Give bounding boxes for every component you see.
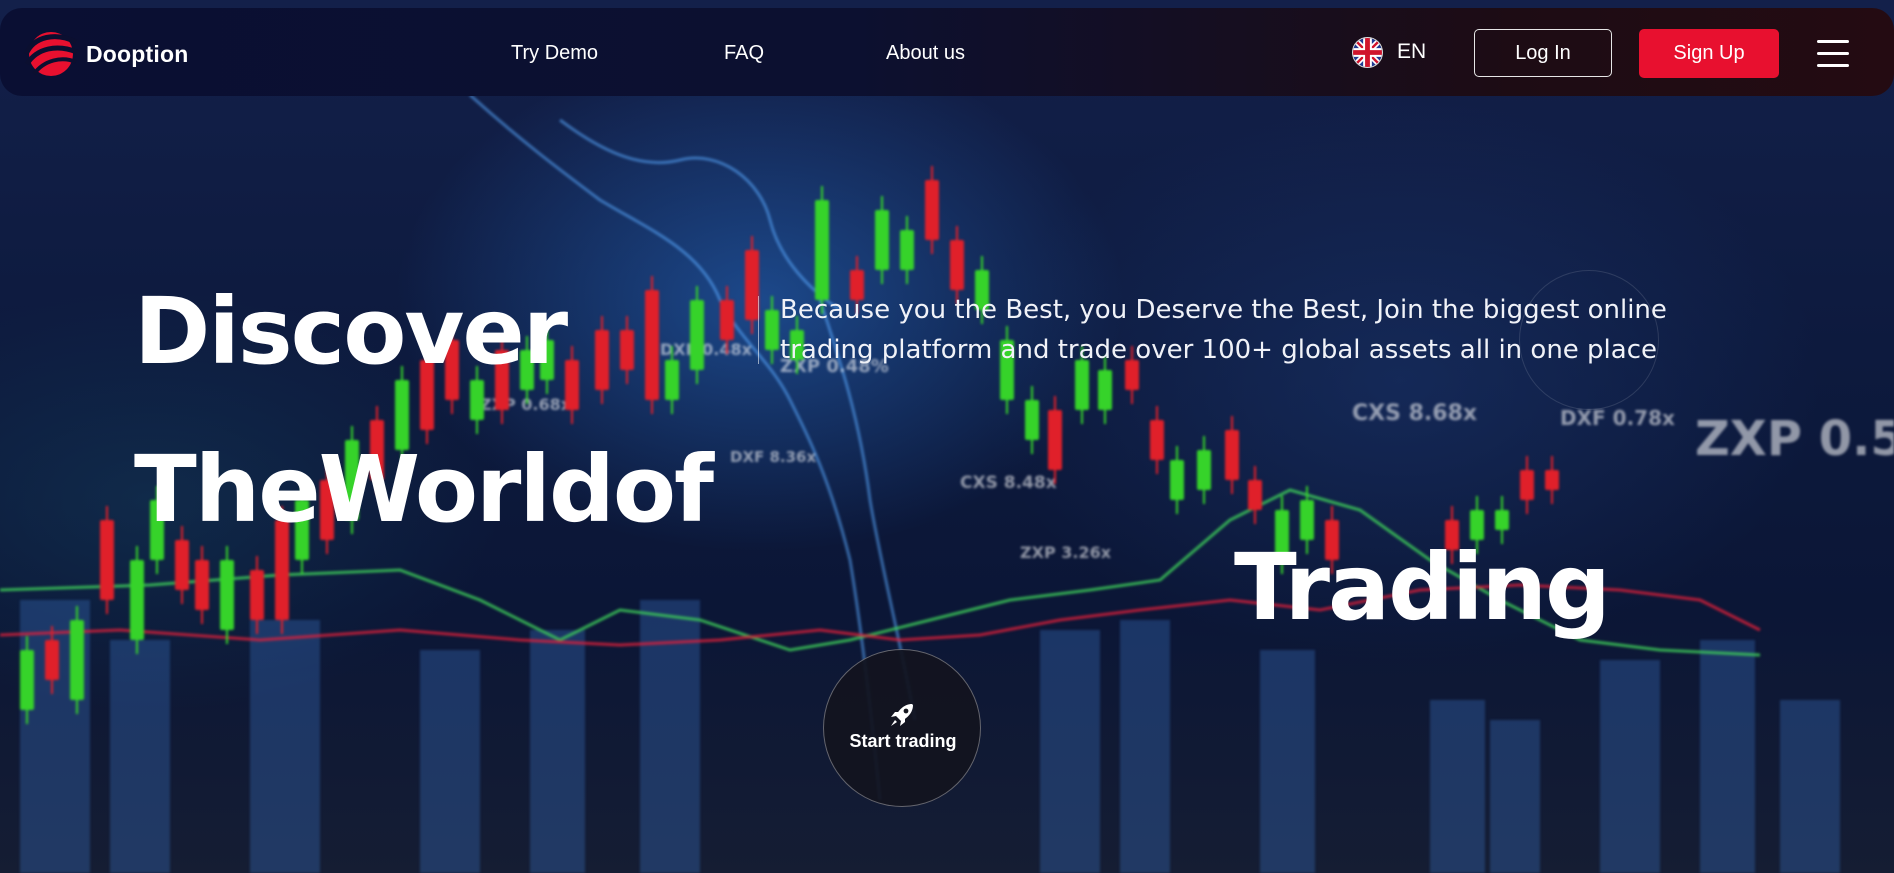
candle-body xyxy=(595,330,609,390)
rocket-icon xyxy=(891,704,913,726)
start-trading-button[interactable]: Start trading xyxy=(823,649,981,807)
candle-body xyxy=(1520,470,1534,500)
start-trading-label: Start trading xyxy=(849,731,957,751)
language-selector[interactable]: EN xyxy=(1352,36,1426,68)
candle-body xyxy=(1098,370,1112,410)
candle-body xyxy=(690,300,704,370)
candle-body xyxy=(45,640,59,680)
candle-body xyxy=(815,200,829,300)
dooption-logo[interactable] xyxy=(22,28,80,80)
candle-body xyxy=(875,210,889,270)
candle-body xyxy=(565,360,579,410)
hamburger-menu-icon[interactable] xyxy=(1817,40,1849,68)
candle-body xyxy=(195,560,209,610)
hero-tagline: Because you the Best, you Deserve the Be… xyxy=(780,290,1710,370)
candle-body xyxy=(1150,420,1164,460)
candle-body xyxy=(1197,450,1211,490)
volume-bar xyxy=(420,650,480,873)
candle-body xyxy=(720,300,734,340)
candle-body xyxy=(1495,510,1509,530)
candle-body xyxy=(220,560,234,630)
tagline-line-1: Because you the Best, you Deserve the Be… xyxy=(780,295,1667,325)
candle-body xyxy=(620,330,634,370)
ticker-label: ZXP 0.52x xyxy=(1695,411,1894,467)
volume-bar xyxy=(1780,700,1840,873)
uk-flag-icon xyxy=(1352,36,1383,68)
candle-body xyxy=(70,620,84,700)
ticker-label: ZXP 3.26x xyxy=(1020,543,1112,562)
volume-bar xyxy=(110,640,170,873)
candle-body xyxy=(665,360,679,400)
tagline-line-2: trading platform and trade over 100+ glo… xyxy=(780,335,1658,365)
ticker-label: ZXP 0.68x xyxy=(480,395,572,414)
candle-body xyxy=(1225,430,1239,480)
candle-body xyxy=(470,380,484,420)
candle-body xyxy=(950,240,964,290)
signup-button[interactable]: Sign Up xyxy=(1639,29,1779,78)
hero-word-discover: Discover xyxy=(134,278,568,385)
ticker-label: CXS 8.68x xyxy=(1352,401,1477,426)
candle-body xyxy=(1025,400,1039,440)
volume-bar xyxy=(1700,640,1755,873)
ticker-label: CXS 8.48x xyxy=(960,473,1057,493)
nav-link-try-demo[interactable]: Try Demo xyxy=(511,42,598,65)
language-label: EN xyxy=(1397,40,1427,63)
candle-body xyxy=(250,570,264,620)
ticker-label: DXF 0.78x xyxy=(1560,406,1675,430)
brand-name[interactable]: Dooption xyxy=(86,41,189,68)
candle-body xyxy=(1048,410,1062,470)
candle-body xyxy=(900,230,914,270)
candle-body xyxy=(1170,460,1184,500)
tagline-divider xyxy=(758,296,759,364)
volume-bar xyxy=(250,620,320,873)
volume-bar xyxy=(1600,660,1660,873)
candle-body xyxy=(1545,470,1559,490)
candle-body xyxy=(130,560,144,640)
candle-body xyxy=(175,540,189,590)
candle-body xyxy=(20,650,34,710)
volume-bar xyxy=(530,630,585,873)
hero-word-the-world-of: TheWorldof xyxy=(134,436,714,543)
logo-mark-icon xyxy=(23,32,78,76)
ticker-label: DXF 0.48x xyxy=(660,340,753,359)
hero-word-trading: Trading xyxy=(1234,534,1611,641)
candle-body xyxy=(745,250,759,320)
volume-bar xyxy=(1040,630,1100,873)
candle-body xyxy=(765,310,779,350)
nav-link-faq[interactable]: FAQ xyxy=(724,42,764,65)
top-navbar: Dooption Try Demo FAQ About us EN Log In… xyxy=(0,8,1894,96)
volume-bar xyxy=(1120,620,1170,873)
login-button[interactable]: Log In xyxy=(1474,29,1612,77)
ticker-label: DXF 8.36x xyxy=(730,448,816,466)
candle-body xyxy=(100,520,114,600)
candle-body xyxy=(925,180,939,240)
volume-bar xyxy=(1490,720,1540,873)
volume-bar xyxy=(1430,700,1485,873)
nav-link-about-us[interactable]: About us xyxy=(886,42,965,65)
volume-bar xyxy=(1260,650,1315,873)
candle-body xyxy=(1248,480,1262,510)
candle-body xyxy=(645,290,659,400)
